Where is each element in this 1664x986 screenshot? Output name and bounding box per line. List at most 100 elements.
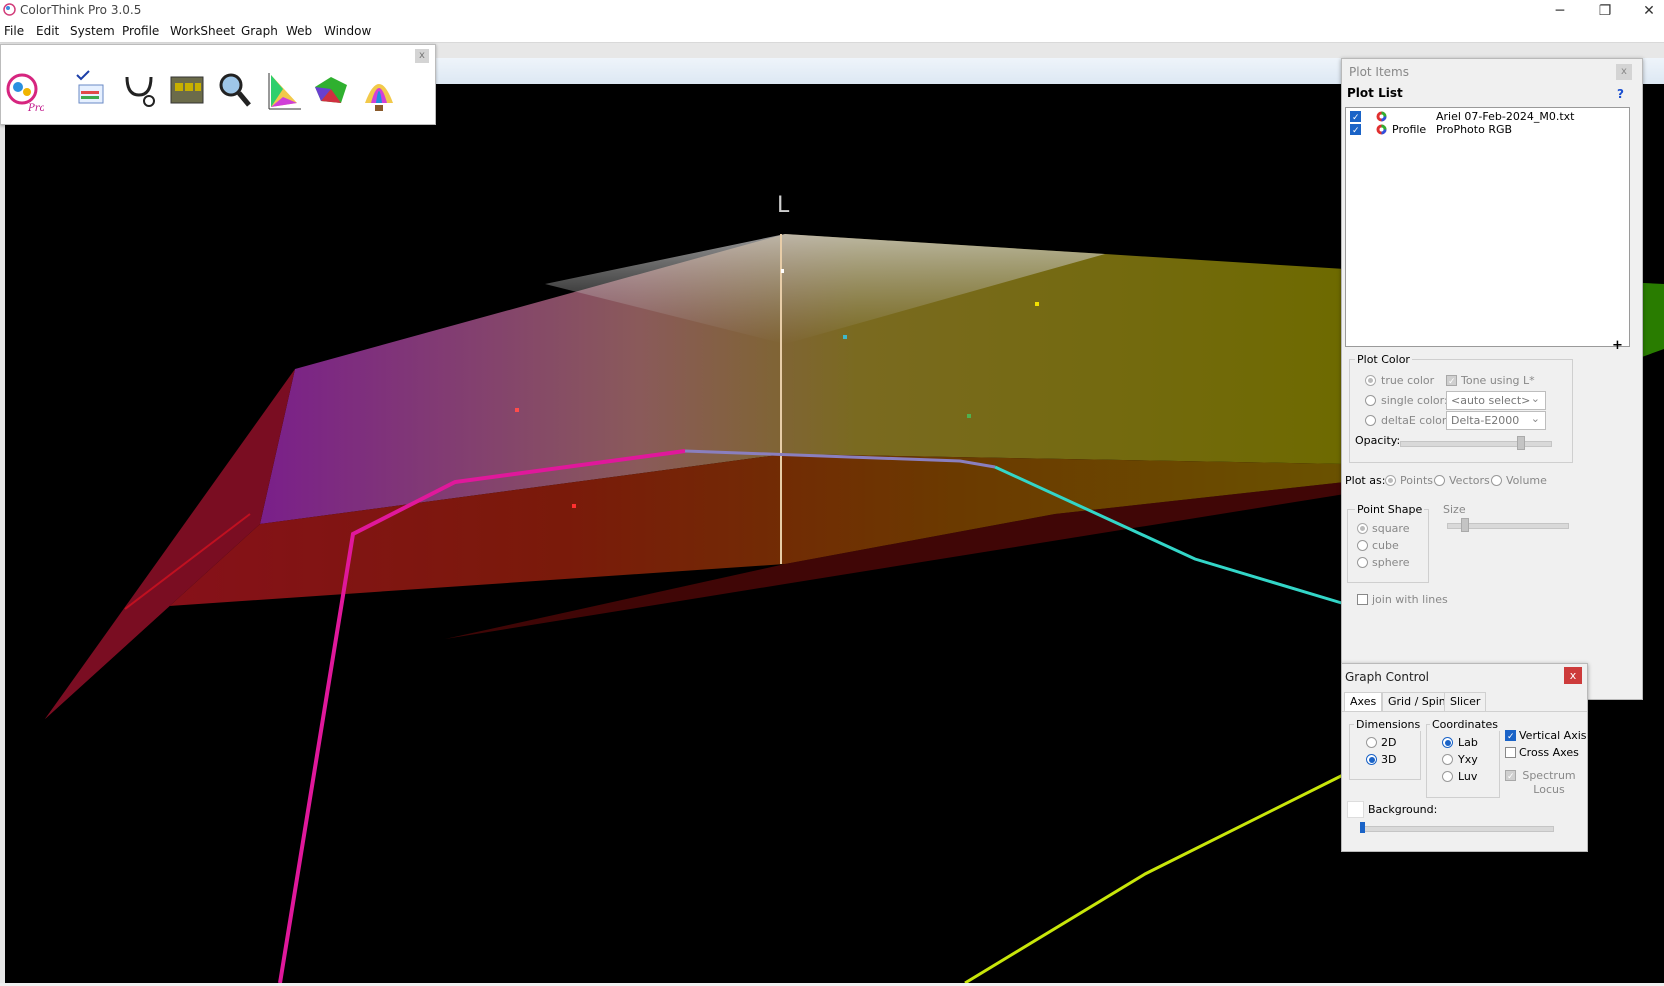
- row-checkbox[interactable]: [1350, 111, 1361, 122]
- plot-vectors-label: Vectors: [1449, 474, 1490, 487]
- menu-web[interactable]: Web: [286, 24, 312, 38]
- opacity-label: Opacity:: [1355, 434, 1401, 447]
- opacity-slider[interactable]: [1400, 441, 1552, 447]
- deltae-select[interactable]: Delta-E2000: [1446, 410, 1546, 430]
- close-window-button[interactable]: ✕: [1634, 2, 1664, 20]
- coord-luv-radio[interactable]: [1442, 771, 1453, 782]
- single-color-radio[interactable]: [1365, 395, 1376, 406]
- coord-lab-label: Lab: [1458, 736, 1478, 749]
- size-slider-thumb[interactable]: [1461, 518, 1469, 532]
- plot-points-radio[interactable]: [1385, 475, 1396, 486]
- deltae-color-radio[interactable]: [1365, 415, 1376, 426]
- plot-volume-label: Volume: [1506, 474, 1547, 487]
- worksheet-icon[interactable]: [167, 69, 207, 115]
- maximize-button[interactable]: ❐: [1590, 2, 1620, 20]
- brain-pro-icon[interactable]: Pro: [4, 69, 44, 115]
- menu-worksheet[interactable]: WorkSheet: [170, 24, 235, 38]
- join-lines-checkbox[interactable]: [1357, 594, 1368, 605]
- shape-cube-radio[interactable]: [1357, 540, 1368, 551]
- graph-control-panel: Graph Control x Axes Grid / Spin Slicer …: [1341, 663, 1588, 852]
- background-color-swatch[interactable]: [1347, 801, 1364, 818]
- data-point: [781, 269, 784, 273]
- help-icon[interactable]: ?: [1617, 87, 1624, 101]
- background-label: Background:: [1368, 803, 1438, 816]
- data-point: [967, 414, 971, 418]
- tone-using-checkbox[interactable]: [1446, 375, 1457, 386]
- menu-graph[interactable]: Graph: [241, 24, 278, 38]
- coord-lab-radio[interactable]: [1442, 737, 1453, 748]
- plot-list-title: Plot List: [1347, 86, 1403, 100]
- list-item[interactable]: Profile ProPhoto RGB: [1350, 123, 1625, 136]
- single-color-select[interactable]: <auto select>: [1446, 390, 1546, 410]
- single-color-label: single color:: [1381, 394, 1448, 407]
- background-slider[interactable]: [1362, 826, 1554, 832]
- opacity-slider-thumb[interactable]: [1517, 436, 1525, 450]
- tab-slicer[interactable]: Slicer: [1444, 692, 1487, 712]
- palette-close-button[interactable]: x: [415, 49, 429, 63]
- checklist-icon[interactable]: [71, 69, 111, 115]
- join-lines-label: join with lines: [1372, 593, 1448, 606]
- graph-control-title: Graph Control: [1345, 670, 1429, 684]
- background-slider-thumb[interactable]: [1360, 822, 1365, 833]
- menu-file[interactable]: File: [4, 24, 24, 38]
- menu-system[interactable]: System: [70, 24, 115, 38]
- size-label: Size: [1443, 503, 1466, 516]
- menu-profile[interactable]: Profile: [122, 24, 159, 38]
- coord-yxy-radio[interactable]: [1442, 754, 1453, 765]
- dim-3d-label: 3D: [1381, 753, 1397, 766]
- data-point: [1035, 302, 1039, 306]
- minimize-button[interactable]: ─: [1545, 2, 1575, 20]
- shape-square-label: square: [1372, 522, 1410, 535]
- l-axis-label: L: [777, 193, 790, 218]
- tab-grid-spin[interactable]: Grid / Spin: [1382, 692, 1452, 712]
- cross-axes-checkbox[interactable]: [1505, 747, 1516, 758]
- cross-axes-label: Cross Axes: [1519, 746, 1579, 759]
- data-point: [843, 335, 847, 339]
- menu-window[interactable]: Window: [324, 24, 371, 38]
- shape-square-radio[interactable]: [1357, 523, 1368, 534]
- menu-bar: File Edit System Profile WorkSheet Graph…: [0, 22, 1664, 43]
- coord-luv-label: Luv: [1458, 770, 1478, 783]
- color-wheel-icon: [1376, 124, 1387, 135]
- coordinates-label: Coordinates: [1430, 718, 1501, 731]
- vertical-axis-checkbox[interactable]: [1505, 730, 1516, 741]
- tab-axes[interactable]: Axes: [1344, 692, 1383, 712]
- title-bar: ColorThink Pro 3.0.5 ─ ❐ ✕: [0, 0, 1664, 22]
- magnifier-icon[interactable]: [215, 69, 255, 115]
- color-wheel-icon: [1376, 111, 1387, 122]
- dimensions-group: [1349, 724, 1421, 780]
- spectrum-locus-yellow: [964, 772, 1346, 985]
- menu-edit[interactable]: Edit: [36, 24, 59, 38]
- graph-control-close-button[interactable]: x: [1564, 667, 1582, 684]
- balloon-icon[interactable]: [359, 69, 399, 115]
- plot-items-close-button[interactable]: x: [1616, 64, 1632, 80]
- shape-cube-label: cube: [1372, 539, 1399, 552]
- spectrum-locus-label: Spectrum Locus: [1522, 769, 1576, 796]
- row-name: ProPhoto RGB: [1436, 123, 1513, 136]
- coord-yxy-label: Yxy: [1458, 753, 1478, 766]
- shape-sphere-radio[interactable]: [1357, 557, 1368, 568]
- deltae-color-label: deltaE color:: [1381, 414, 1450, 427]
- row-name: Ariel 07-Feb-2024_M0.txt: [1436, 110, 1575, 123]
- plot-as-label: Plot as:: [1345, 474, 1386, 487]
- dim-2d-radio[interactable]: [1366, 737, 1377, 748]
- list-item[interactable]: Ariel 07-Feb-2024_M0.txt: [1350, 110, 1625, 123]
- point-shape-label: Point Shape: [1355, 503, 1425, 516]
- stethoscope-icon[interactable]: [119, 69, 159, 115]
- dim-3d-radio[interactable]: [1366, 754, 1377, 765]
- true-color-radio[interactable]: [1365, 375, 1376, 386]
- tab-divider: [1342, 711, 1587, 712]
- plot-vectors-radio[interactable]: [1434, 475, 1445, 486]
- gamut-3d-icon[interactable]: [311, 69, 351, 115]
- plot-list[interactable]: Ariel 07-Feb-2024_M0.txt Profile ProPhot…: [1345, 107, 1630, 347]
- plot-color-label: Plot Color: [1355, 353, 1412, 366]
- add-item-button[interactable]: +: [1612, 338, 1623, 353]
- svg-text:Pro: Pro: [27, 103, 44, 114]
- window-title: ColorThink Pro 3.0.5: [20, 3, 142, 17]
- tone-using-label: Tone using L*: [1461, 374, 1535, 387]
- row-checkbox[interactable]: [1350, 124, 1361, 135]
- plot-volume-radio[interactable]: [1491, 475, 1502, 486]
- gamut-2d-icon[interactable]: [263, 69, 303, 115]
- spectrum-locus-checkbox[interactable]: [1505, 770, 1516, 781]
- app-icon: [3, 3, 16, 16]
